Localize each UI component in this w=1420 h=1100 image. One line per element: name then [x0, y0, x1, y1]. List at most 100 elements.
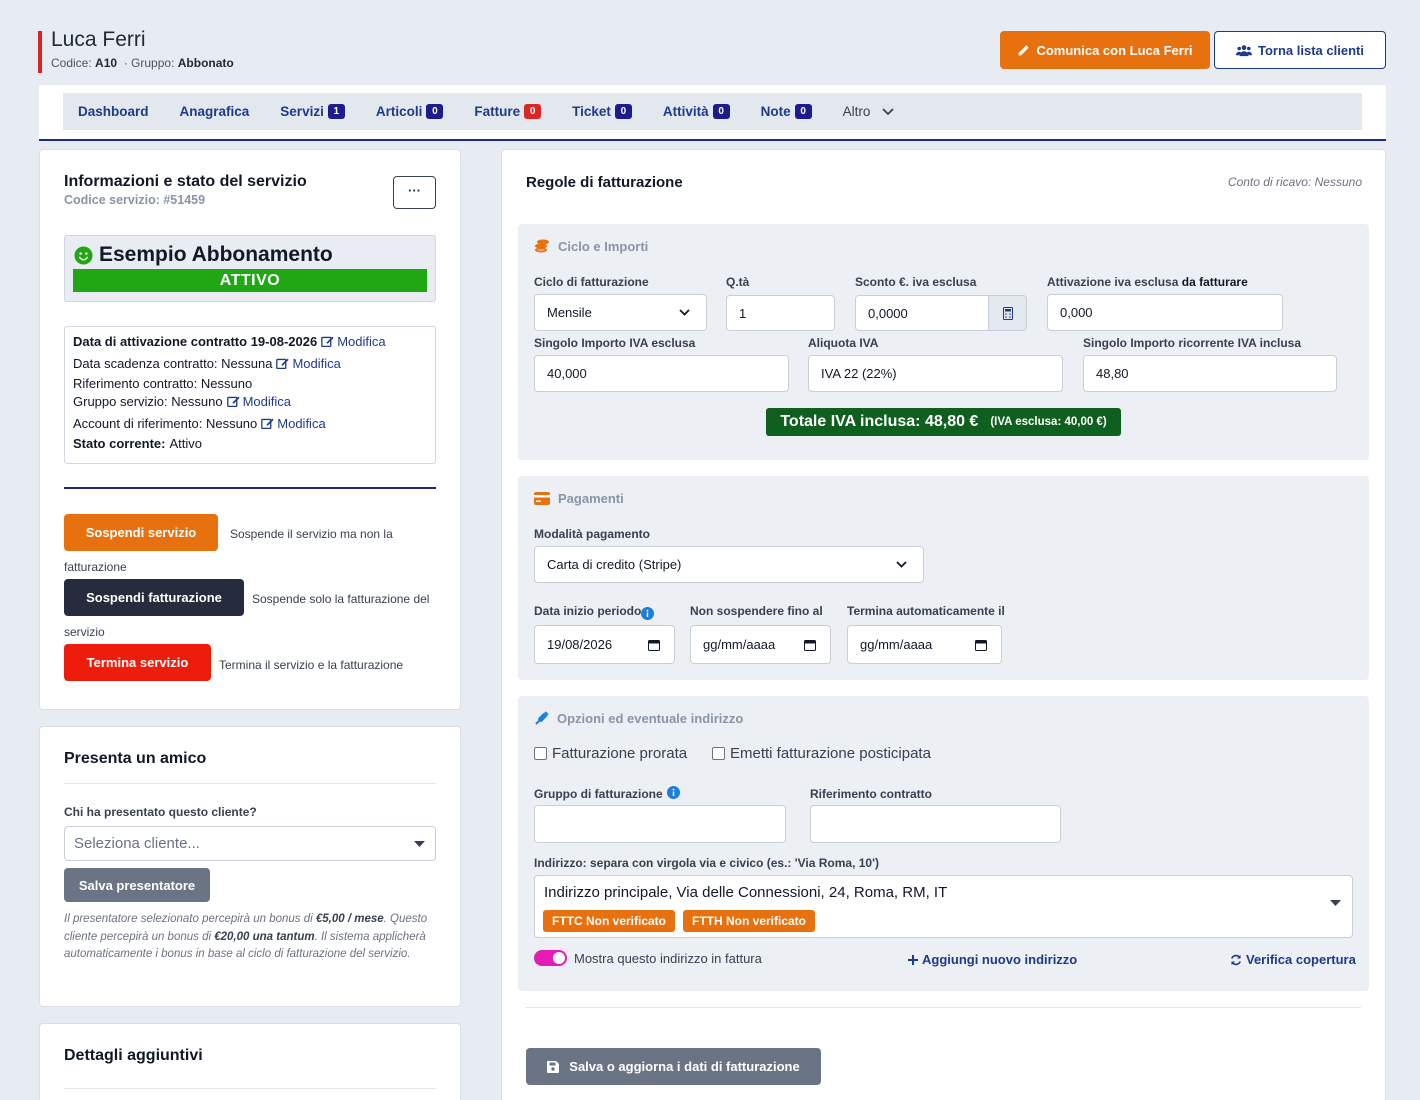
suspend-billing-button[interactable]: Sospendi fatturazione: [64, 579, 244, 616]
tab-label: Altro: [842, 104, 871, 119]
calculator-button[interactable]: [988, 295, 1027, 331]
tab-articoli[interactable]: Articoli 0: [376, 104, 444, 119]
no-suspend-value: gg/mm/aaaa: [703, 637, 776, 652]
calendar-icon[interactable]: [975, 639, 987, 651]
tab-attivita[interactable]: Attività 0: [663, 104, 730, 119]
account-text: Account di riferimento: Nessuno: [73, 416, 258, 431]
billing-group-input[interactable]: [534, 805, 786, 843]
service-name: Esempio Abbonamento: [99, 243, 333, 266]
calendar-icon[interactable]: [648, 639, 660, 651]
unit-price-input[interactable]: 40,000: [534, 355, 789, 392]
save-billing-button[interactable]: Salva o aggiorna i dati di fatturazione: [526, 1048, 821, 1085]
activation-fee-input[interactable]: 0,000: [1047, 294, 1283, 331]
referrer-select[interactable]: Seleziona cliente...: [64, 826, 436, 861]
cycle-label: Ciclo di fatturazione: [534, 275, 649, 289]
activation-fee-label: Attivazione iva esclusa da fatturare: [1047, 275, 1248, 289]
terminate-service-button[interactable]: Termina servizio: [64, 644, 211, 681]
back-to-customers-button[interactable]: Torna lista clienti: [1214, 31, 1386, 69]
options-section-title: Opzioni ed eventuale indirizzo: [557, 711, 744, 726]
postponed-label: Emetti fatturazione posticipata: [730, 745, 931, 762]
postponed-checkbox-row[interactable]: Emetti fatturazione posticipata: [712, 745, 931, 762]
info-icon[interactable]: [641, 607, 655, 620]
unit-price-value: 40,000: [547, 366, 587, 381]
period-start-input[interactable]: 19/08/2026: [534, 625, 675, 664]
referral-question: Chi ha presentato questo cliente?: [64, 805, 257, 819]
communicate-button[interactable]: Comunica con Luca Ferri: [1000, 31, 1210, 69]
save-billing-label: Salva o aggiorna i dati di fatturazione: [569, 1059, 800, 1074]
edit-label: Modifica: [277, 416, 326, 431]
save-referrer-button[interactable]: Salva presentatore: [64, 868, 210, 902]
qty-input[interactable]: 1: [726, 295, 835, 331]
suspend-service-button[interactable]: Sospendi servizio: [64, 514, 218, 551]
count-badge: 0: [614, 104, 632, 119]
tab-fatture[interactable]: Fatture 0: [474, 104, 542, 119]
payment-method-select[interactable]: Carta di credito (Stripe): [534, 546, 924, 583]
ftth-status-tag: FTTH Non verificato: [683, 910, 816, 932]
service-status-badge: ATTIVO: [73, 269, 427, 292]
tab-ticket[interactable]: Ticket 0: [572, 104, 632, 119]
group-label: · Gruppo:: [123, 56, 175, 70]
address-select[interactable]: Indirizzo principale, Via delle Connessi…: [534, 875, 1353, 938]
pencil-icon: [1017, 44, 1030, 57]
edit-expiry-link[interactable]: Modifica: [276, 356, 341, 371]
edit-account-link[interactable]: Modifica: [261, 416, 326, 431]
cycle-section-title: Ciclo e Importi: [558, 239, 649, 254]
caret-down-icon: [414, 841, 425, 847]
prorata-checkbox[interactable]: [534, 747, 547, 760]
tab-label: Fatture: [474, 104, 521, 119]
chevron-down-icon: [896, 561, 907, 568]
tab-altro-dropdown[interactable]: Altro: [843, 104, 895, 119]
discount-input[interactable]: 0,0000: [855, 295, 989, 331]
smile-icon: [74, 245, 93, 265]
activation-fee-value: 0,000: [1060, 305, 1093, 320]
cycle-section-title-row: Ciclo e Importi: [534, 239, 648, 254]
count-badge: 1: [327, 104, 345, 119]
fttc-tag-wrap: FTTC Non verificato: [543, 910, 676, 932]
add-address-link[interactable]: Aggiungi nuovo indirizzo: [908, 952, 1077, 967]
tab-note[interactable]: Note 0: [761, 104, 812, 119]
calculator-icon: [1002, 306, 1013, 320]
reference-line: Riferimento contratto: Nessuno: [73, 376, 252, 391]
edit-icon: [276, 357, 290, 370]
prorata-checkbox-row[interactable]: Fatturazione prorata: [534, 745, 687, 762]
edit-icon: [226, 395, 240, 408]
tab-servizi[interactable]: Servizi 1: [280, 104, 345, 119]
tab-label: Ticket: [572, 104, 611, 119]
total-sub: (IVA esclusa: 40,00 €): [990, 416, 1107, 428]
count-badge: 0: [426, 104, 444, 119]
contract-ref-input[interactable]: [810, 805, 1061, 843]
verify-coverage-link[interactable]: Verifica copertura: [1230, 952, 1356, 967]
info-icon[interactable]: [666, 786, 680, 801]
cycle-select[interactable]: Mensile: [534, 294, 707, 331]
state-line: Stato corrente: Attivo: [73, 436, 202, 451]
service-info-title: Informazioni e stato del servizio: [64, 173, 307, 190]
referrer-placeholder: Seleziona cliente...: [74, 835, 200, 852]
recurring-price-input[interactable]: 48,80: [1083, 355, 1337, 392]
postponed-checkbox[interactable]: [712, 747, 725, 760]
service-menu-button[interactable]: ···: [393, 176, 436, 209]
show-address-toggle[interactable]: [534, 950, 567, 966]
customer-name: Luca Ferri: [51, 28, 146, 51]
edit-group-link[interactable]: Modifica: [226, 394, 291, 409]
vat-select[interactable]: IVA 22 (22%): [808, 355, 1063, 392]
total-badge: Totale IVA inclusa: 48,80 € (IVA esclusa…: [766, 408, 1121, 436]
period-start-label-row: Data inizio periodo: [534, 604, 655, 620]
edit-activation-link[interactable]: Modifica: [321, 334, 386, 349]
customer-accent-bar: [38, 31, 42, 73]
chevron-down-icon: [882, 107, 895, 116]
syringe-icon: [534, 711, 549, 726]
count-badge: 0: [524, 104, 542, 119]
auto-end-input[interactable]: gg/mm/aaaa: [847, 625, 1002, 664]
tab-anagrafica[interactable]: Anagrafica: [180, 104, 250, 119]
back-label: Torna lista clienti: [1258, 42, 1364, 58]
vat-label: Aliquota IVA: [808, 336, 879, 350]
edit-icon: [321, 335, 334, 348]
details-title: Dettagli aggiuntivi: [64, 1047, 203, 1064]
tab-dashboard[interactable]: Dashboard: [78, 104, 149, 119]
code-label: Codice:: [51, 56, 92, 70]
calendar-icon[interactable]: [804, 639, 816, 651]
activation-fee-label-text: Attivazione iva esclusa: [1047, 275, 1179, 289]
note-bonus: €20,00 una tantum: [214, 930, 315, 943]
no-suspend-input[interactable]: gg/mm/aaaa: [690, 625, 831, 664]
terminate-service-desc: Termina il servizio e la fatturazione: [219, 658, 404, 672]
